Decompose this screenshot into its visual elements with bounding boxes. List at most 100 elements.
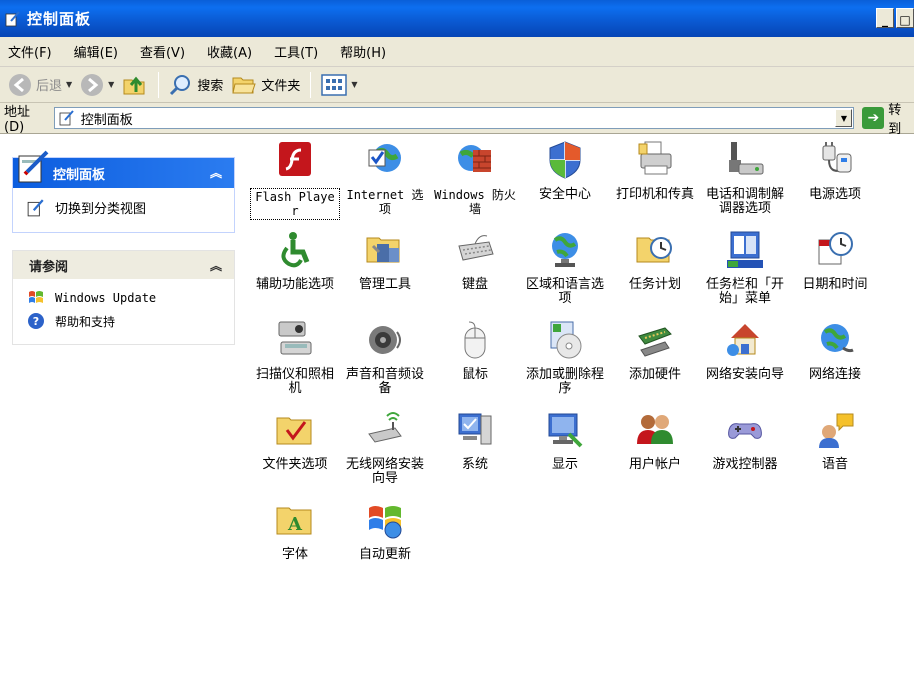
address-dropdown-button[interactable]: ▼ bbox=[835, 109, 853, 127]
item-wireless-setup-wizard[interactable]: 无线网络安装向导 bbox=[340, 410, 430, 486]
forward-dropdown-icon[interactable]: ▼ bbox=[108, 80, 114, 89]
menu-tools[interactable]: 工具(T) bbox=[274, 42, 318, 61]
add-remove-programs-icon bbox=[550, 321, 582, 359]
item-fonts[interactable]: A 字体 bbox=[250, 500, 340, 562]
item-scheduled-tasks[interactable]: 任务计划 bbox=[610, 230, 700, 292]
search-button[interactable]: 搜索 bbox=[165, 70, 227, 100]
item-printers-faxes[interactable]: 打印机和传真 bbox=[610, 140, 700, 202]
help-icon: ? bbox=[28, 313, 44, 329]
wireless-wizard-icon bbox=[368, 412, 402, 443]
mouse-icon bbox=[464, 321, 486, 359]
item-label: 系统 bbox=[461, 457, 488, 472]
item-system[interactable]: 系统 bbox=[430, 410, 520, 472]
see-also-title: 请参阅 bbox=[29, 259, 69, 275]
item-label: 游戏控制器 bbox=[712, 457, 778, 472]
game-controller-icon bbox=[728, 423, 762, 439]
fonts-icon: A bbox=[276, 507, 312, 535]
item-display[interactable]: 显示 bbox=[520, 410, 610, 472]
item-label: 语音 bbox=[821, 457, 848, 472]
control-panel-task-header[interactable]: 控制面板 ︽ bbox=[13, 150, 234, 188]
menu-help[interactable]: 帮助(H) bbox=[340, 42, 386, 61]
views-dropdown-icon[interactable]: ▼ bbox=[351, 80, 357, 89]
calendar-clock-icon bbox=[818, 232, 853, 265]
back-button[interactable]: 后退 ▼ bbox=[4, 70, 76, 100]
scanner-camera-icon bbox=[278, 321, 312, 355]
item-flash-player[interactable]: Flash Player bbox=[250, 140, 340, 220]
windows-update-link[interactable]: Windows Update bbox=[13, 279, 234, 307]
windows-update-icon bbox=[369, 506, 402, 539]
item-phone-modem[interactable]: 电话和调制解调器选项 bbox=[700, 140, 790, 216]
views-button[interactable]: ▼ bbox=[317, 70, 361, 100]
task-pane: 控制面板 ︽ 切换到分类视图 请参阅 ︽ Windows Update ? 帮助… bbox=[0, 135, 247, 695]
see-also-header[interactable]: 请参阅 ︽ bbox=[13, 251, 234, 279]
item-date-time[interactable]: 日期和时间 bbox=[790, 230, 880, 292]
folders-button[interactable]: 文件夹 bbox=[227, 70, 304, 100]
item-label: 无线网络安装向导 bbox=[345, 457, 424, 486]
up-folder-button[interactable] bbox=[118, 70, 152, 100]
toolbar: 后退 ▼ ▼ 搜索 文件夹 ▼ bbox=[0, 67, 914, 103]
item-taskbar-start-menu[interactable]: 任务栏和「开始」菜单 bbox=[700, 230, 790, 306]
folder-options-icon bbox=[276, 417, 312, 445]
item-add-hardware[interactable]: 添加硬件 bbox=[610, 320, 700, 382]
item-folder-options[interactable]: 文件夹选项 bbox=[250, 410, 340, 472]
item-user-accounts[interactable]: 用户帐户 bbox=[610, 410, 700, 472]
item-scanners-cameras[interactable]: 扫描仪和照相机 bbox=[250, 320, 340, 396]
item-automatic-updates[interactable]: 自动更新 bbox=[340, 500, 430, 562]
item-label: 任务栏和「开始」菜单 bbox=[705, 277, 784, 306]
item-internet-options[interactable]: Internet 选项 bbox=[340, 140, 430, 216]
taskbar-icon bbox=[727, 231, 763, 268]
control-panel-icon bbox=[18, 150, 49, 183]
item-label: 自动更新 bbox=[358, 547, 411, 562]
minimize-button[interactable]: _ bbox=[876, 8, 894, 28]
go-button[interactable]: ➔ 转到 bbox=[862, 99, 914, 137]
item-security-center[interactable]: 安全中心 bbox=[520, 140, 610, 202]
address-value: 控制面板 bbox=[80, 112, 133, 128]
item-mouse[interactable]: 鼠标 bbox=[430, 320, 520, 382]
item-label: 管理工具 bbox=[358, 277, 411, 292]
svg-text:A: A bbox=[287, 514, 303, 535]
globe-clock-icon bbox=[552, 233, 578, 267]
maximize-button[interactable]: □ bbox=[896, 8, 914, 28]
switch-category-view-link[interactable]: 切换到分类视图 bbox=[13, 188, 234, 217]
menu-favorites[interactable]: 收藏(A) bbox=[207, 42, 252, 61]
forward-button[interactable]: ▼ bbox=[76, 70, 118, 100]
title-bar[interactable]: 控制面板 _ □ bbox=[0, 0, 914, 37]
item-accessibility[interactable]: 辅助功能选项 bbox=[250, 230, 340, 292]
menu-bar: 文件(F) 编辑(E) 查看(V) 收藏(A) 工具(T) 帮助(H) bbox=[0, 37, 914, 67]
shield-icon bbox=[549, 141, 581, 179]
menu-file[interactable]: 文件(F) bbox=[8, 42, 52, 61]
printer-icon bbox=[638, 141, 672, 175]
flash-icon bbox=[279, 142, 311, 176]
search-label: 搜索 bbox=[197, 79, 224, 94]
item-network-setup-wizard[interactable]: 网络安装向导 bbox=[700, 320, 790, 382]
address-field[interactable]: 控制面板 ▼ bbox=[53, 107, 855, 129]
menu-view[interactable]: 查看(V) bbox=[140, 42, 185, 61]
system-icon bbox=[458, 413, 492, 445]
collapse-chevron-icon[interactable]: ︽ bbox=[210, 257, 222, 274]
control-panel-icon bbox=[59, 110, 74, 126]
item-regional-language[interactable]: 区域和语言选项 bbox=[520, 230, 610, 306]
item-add-remove-programs[interactable]: 添加或删除程序 bbox=[520, 320, 610, 396]
item-keyboard[interactable]: 键盘 bbox=[430, 230, 520, 292]
item-speech[interactable]: 语音 bbox=[790, 410, 880, 472]
item-network-connections[interactable]: 网络连接 bbox=[790, 320, 880, 382]
help-support-label: 帮助和支持 bbox=[55, 314, 116, 329]
item-label: 文件夹选项 bbox=[262, 457, 328, 472]
svg-text:?: ? bbox=[33, 315, 39, 328]
up-folder-icon bbox=[123, 76, 145, 94]
help-support-link[interactable]: ? 帮助和支持 bbox=[13, 307, 234, 330]
item-label: 显示 bbox=[551, 457, 578, 472]
back-dropdown-icon[interactable]: ▼ bbox=[66, 80, 72, 89]
address-bar: 地址(D) 控制面板 ▼ ➔ 转到 bbox=[0, 103, 914, 137]
menu-edit[interactable]: 编辑(E) bbox=[74, 42, 118, 61]
folders-icon bbox=[232, 77, 257, 93]
collapse-chevron-icon[interactable]: ︽ bbox=[210, 164, 222, 181]
item-sound-audio[interactable]: 声音和音频设备 bbox=[340, 320, 430, 396]
item-label: 辅助功能选项 bbox=[255, 277, 334, 292]
item-power-options[interactable]: 电源选项 bbox=[790, 140, 880, 202]
item-admin-tools[interactable]: 管理工具 bbox=[340, 230, 430, 292]
switch-view-label: 切换到分类视图 bbox=[55, 202, 147, 217]
item-windows-firewall[interactable]: Windows 防火墙 bbox=[430, 140, 520, 216]
control-panel-icon bbox=[27, 198, 44, 216]
item-game-controllers[interactable]: 游戏控制器 bbox=[700, 410, 790, 472]
